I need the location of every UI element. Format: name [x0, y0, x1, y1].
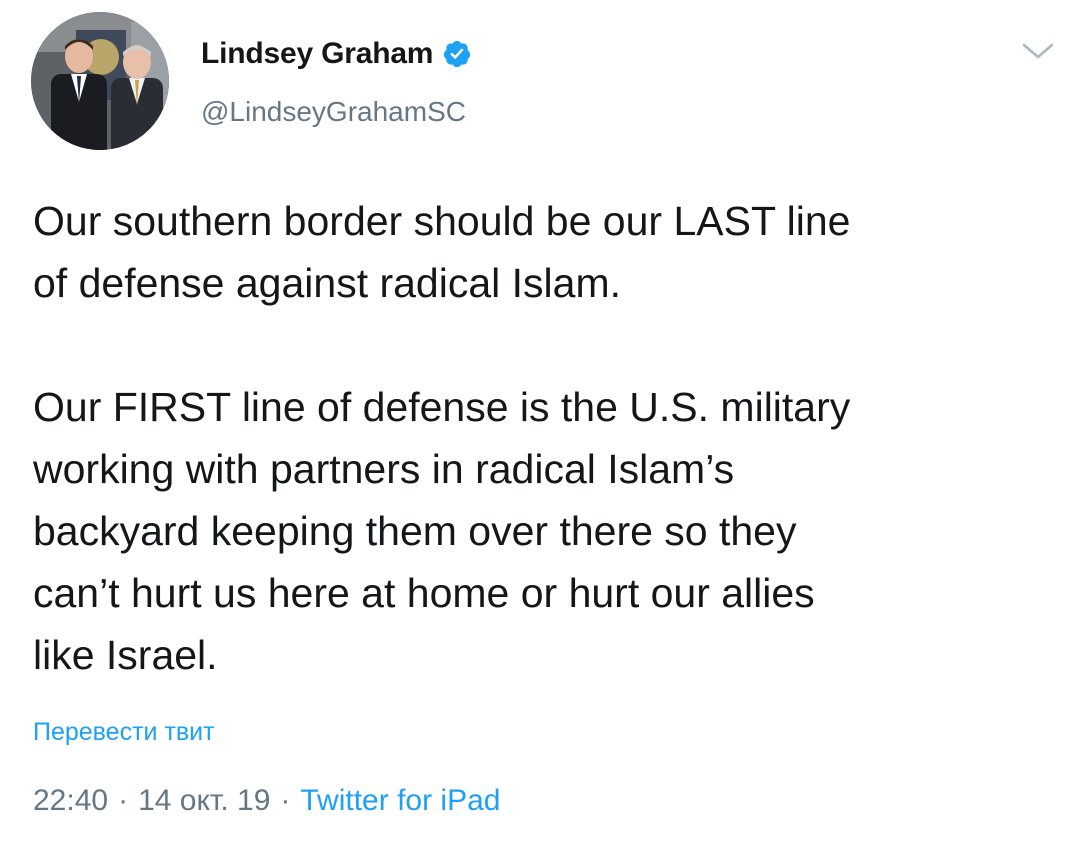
tweet-date[interactable]: 14 окт. 19: [138, 784, 270, 818]
author-handle[interactable]: @LindseyGrahamSC: [201, 96, 466, 128]
author-name-row[interactable]: Lindsey Graham: [201, 34, 472, 74]
chevron-down-icon: [1022, 43, 1054, 59]
tweet-source-link[interactable]: Twitter for iPad: [300, 784, 500, 818]
tweet-text: Our southern border should be our LAST l…: [33, 198, 851, 678]
tweet-card: Lindsey Graham @LindseyGrahamSC Our sout…: [0, 0, 1080, 846]
tweet-meta: 22:40 · 14 окт. 19 · Twitter for iPad: [33, 784, 500, 818]
translate-tweet-link[interactable]: Перевести твит: [33, 718, 215, 747]
tweet-menu-button[interactable]: [1018, 36, 1058, 66]
display-name[interactable]: Lindsey Graham: [201, 37, 433, 71]
meta-separator: ·: [280, 784, 291, 817]
profile-photo: [31, 12, 169, 150]
tweet-time[interactable]: 22:40: [33, 784, 108, 818]
verified-badge-icon: [442, 39, 472, 69]
avatar[interactable]: [31, 12, 169, 150]
meta-separator: ·: [118, 784, 129, 817]
